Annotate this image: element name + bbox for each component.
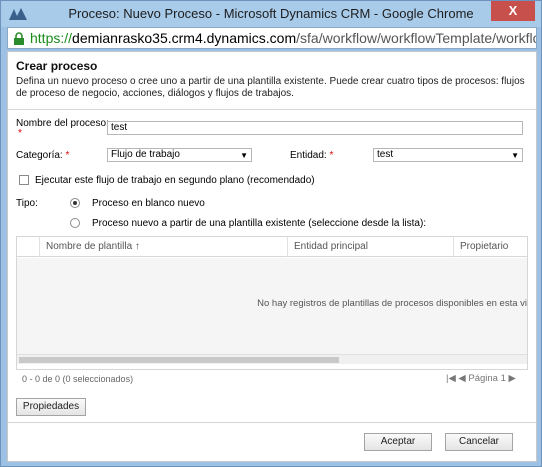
accept-button[interactable]: Aceptar <box>364 433 432 451</box>
window-title: Proceso: Nuevo Proceso - Microsoft Dynam… <box>68 6 474 21</box>
dialog-header: Crear proceso Defina un nuevo proceso o … <box>8 52 536 110</box>
category-select[interactable]: Flujo de trabajo ▼ <box>107 148 252 162</box>
lock-icon <box>14 32 24 45</box>
required-mark: * <box>18 128 22 139</box>
select-column[interactable] <box>17 237 39 257</box>
properties-button[interactable]: Propiedades <box>16 398 86 416</box>
address-bar[interactable]: https://demianrasko35.crm4.dynamics.com/… <box>7 27 537 49</box>
process-name-label: Nombre del proceso: <box>16 118 109 129</box>
empty-grid-message: No hay registros de plantillas de proces… <box>257 298 527 309</box>
url-path: /sfa/workflow/workflowTemplate/workflowT <box>296 30 537 46</box>
background-checkbox[interactable] <box>19 175 29 185</box>
page-number: Página 1 <box>468 373 506 384</box>
category-label-text: Categoría: <box>16 150 63 161</box>
templates-grid: Nombre de plantilla ↑ Entidad principal … <box>16 236 528 370</box>
url-host: demianrasko35.crm4.dynamics.com <box>72 30 297 46</box>
process-name-input[interactable]: test <box>107 121 523 135</box>
grid-pager: |◀ ◀ Página 1 ▶ <box>446 373 516 384</box>
browser-window: Proceso: Nuevo Proceso - Microsoft Dynam… <box>0 0 542 467</box>
dialog-description: Defina un nuevo proceso o cree uno a par… <box>16 76 525 99</box>
type-label: Tipo: <box>16 198 38 209</box>
close-window-button[interactable]: X <box>491 1 535 21</box>
required-mark: * <box>65 150 70 161</box>
entity-select[interactable]: test ▼ <box>373 148 523 162</box>
cancel-button[interactable]: Cancelar <box>445 433 513 451</box>
title-bar: Proceso: Nuevo Proceso - Microsoft Dynam… <box>1 1 541 27</box>
chevron-down-icon: ▼ <box>240 151 248 160</box>
url-scheme: https:// <box>30 30 73 46</box>
type-radio-template-label: Proceso nuevo a partir de una plantilla … <box>92 218 427 229</box>
dialog-footer: Aceptar Cancelar <box>8 422 536 461</box>
scrollbar-thumb[interactable] <box>19 357 339 363</box>
chevron-down-icon: ▼ <box>511 151 519 160</box>
category-label: Categoría: * <box>16 150 69 161</box>
entity-label: Entidad: * <box>290 150 333 161</box>
category-select-value: Flujo de trabajo <box>111 149 180 160</box>
create-process-dialog: Crear proceso Defina un nuevo proceso o … <box>7 51 537 462</box>
column-header-primary-entity[interactable]: Entidad principal <box>287 237 453 257</box>
process-name-label-text: Nombre del proceso: <box>16 118 109 129</box>
previous-page-icon[interactable]: ◀ <box>458 373 465 384</box>
type-radio-blank[interactable] <box>70 198 80 208</box>
entity-label-text: Entidad: <box>290 150 327 161</box>
url-text: https://demianrasko35.crm4.dynamics.com/… <box>30 28 537 48</box>
dialog-body: Nombre del proceso: * test Categoría: * … <box>8 111 536 421</box>
grid-body: No hay registros de plantillas de proces… <box>17 258 527 354</box>
required-mark: * <box>329 150 334 161</box>
grid-record-count: 0 - 0 de 0 (0 seleccionados) <box>22 374 134 384</box>
column-header-owner[interactable]: Propietario <box>453 237 527 257</box>
type-radio-template[interactable] <box>70 218 80 228</box>
horizontal-scrollbar[interactable] <box>17 354 527 364</box>
column-header-template-name[interactable]: Nombre de plantilla ↑ <box>39 237 287 257</box>
background-checkbox-label: Ejecutar este flujo de trabajo en segund… <box>35 175 315 186</box>
type-radio-blank-label: Proceso en blanco nuevo <box>92 198 205 209</box>
next-page-icon[interactable]: ▶ <box>509 373 516 384</box>
first-page-icon[interactable]: |◀ <box>446 373 456 384</box>
dialog-title: Crear proceso <box>16 59 98 73</box>
grid-header: Nombre de plantilla ↑ Entidad principal … <box>17 237 527 257</box>
entity-select-value: test <box>377 149 394 160</box>
